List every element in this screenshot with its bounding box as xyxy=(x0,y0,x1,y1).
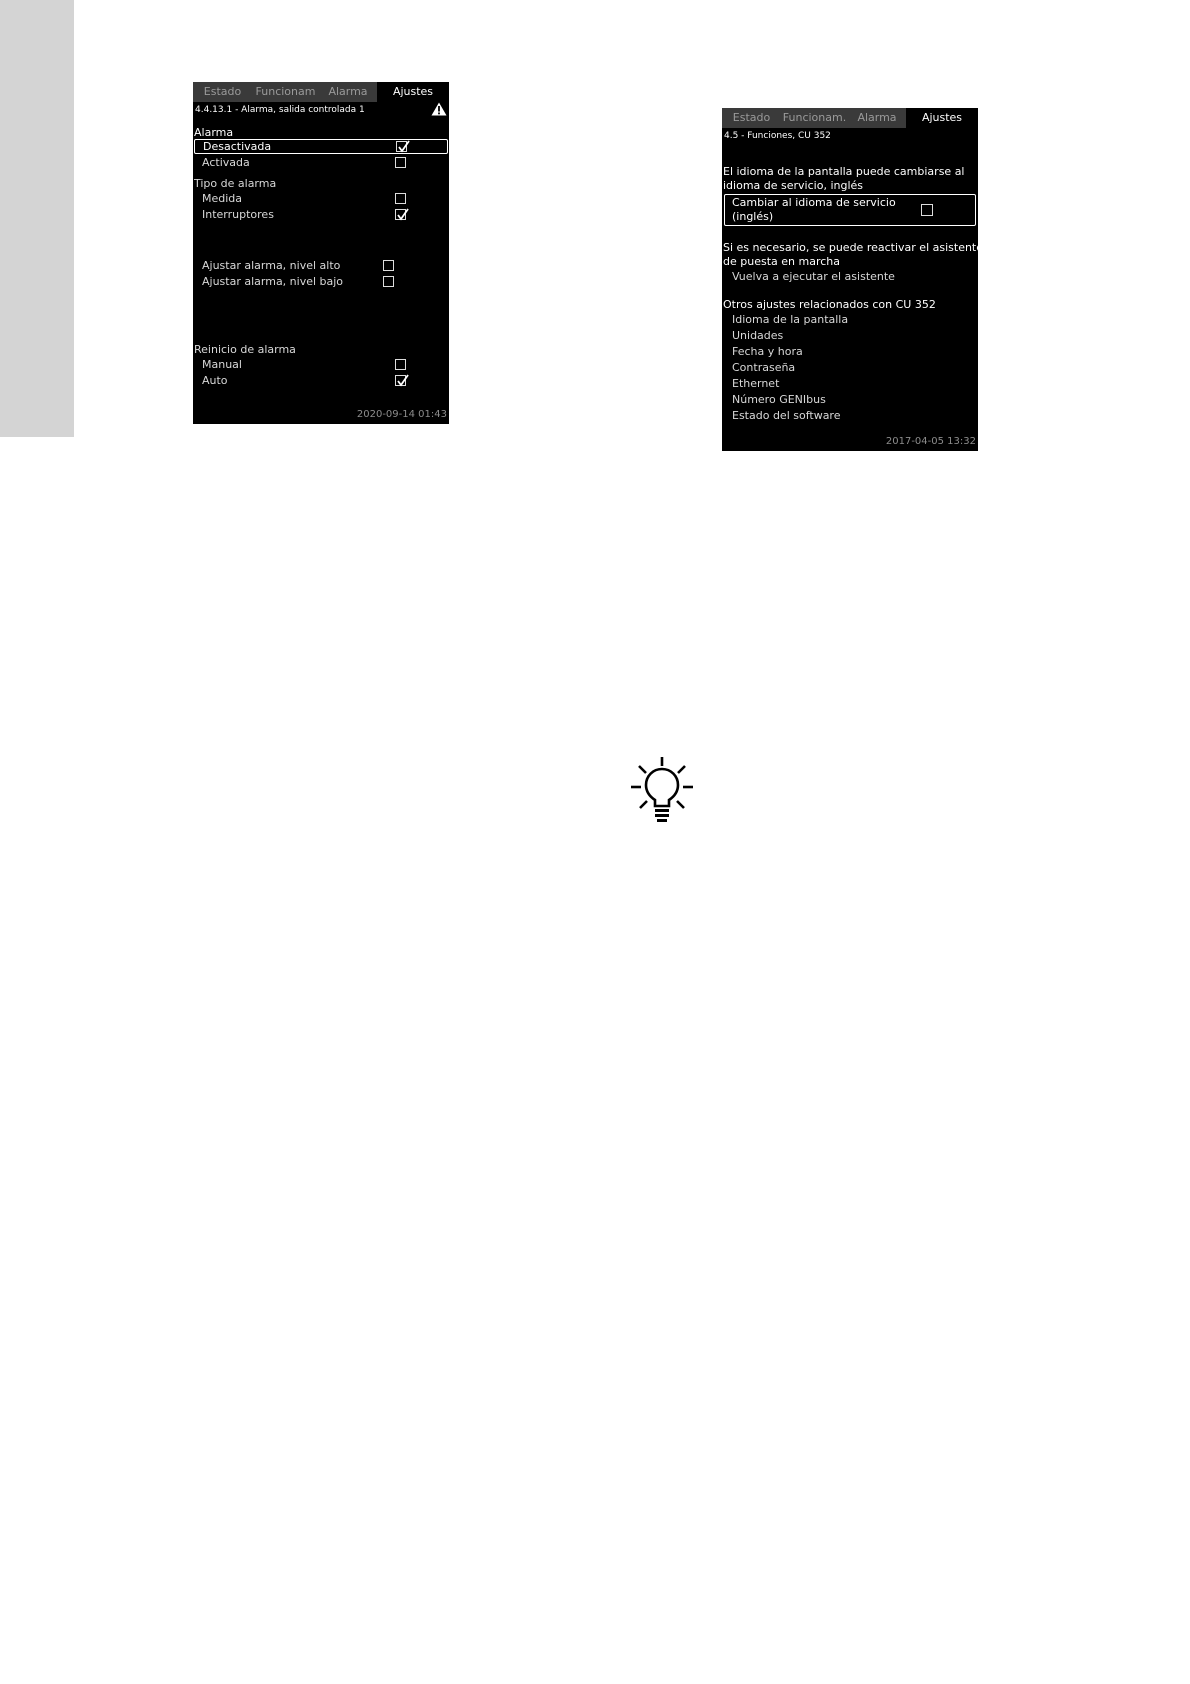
tab-ajustes[interactable]: Ajustes xyxy=(377,82,449,102)
option-label: Desactivada xyxy=(203,140,272,153)
checkbox-medida[interactable] xyxy=(395,193,406,204)
tab-funcionam[interactable]: Funcionam xyxy=(252,82,319,102)
checkbox-activada[interactable] xyxy=(395,157,406,168)
option-medida[interactable]: Medida xyxy=(193,192,449,207)
section-alarma: Alarma xyxy=(194,126,234,139)
info-text-line2: idioma de servicio, inglés xyxy=(723,179,864,192)
timestamp: 2017-04-05 13:32 xyxy=(885,436,976,447)
tab-funcionam[interactable]: Funcionam. xyxy=(781,108,848,128)
option-label: Interruptores xyxy=(202,208,274,221)
lightbulb-icon xyxy=(631,757,693,822)
option-label: Auto xyxy=(202,374,228,387)
reactivar-text-line1: Si es necesario, se puede reactivar el a… xyxy=(723,241,978,254)
tab-estado[interactable]: Estado xyxy=(193,82,252,102)
option-desactivada[interactable]: Desactivada xyxy=(194,139,448,154)
menu-item-genibus[interactable]: Número GENIbus xyxy=(732,393,826,407)
alarm-output-screen: Estado Funcionam Alarma Ajustes 4.4.13.1… xyxy=(193,82,449,424)
checkmark-icon xyxy=(397,208,409,221)
option-label: Cambiar al idioma de servicio xyxy=(732,196,896,209)
page-side-strip xyxy=(0,0,74,437)
checkbox-nivel-bajo[interactable] xyxy=(383,276,394,287)
screen-title: 4.5 - Funciones, CU 352 xyxy=(724,131,831,141)
checkbox-interruptores[interactable] xyxy=(395,208,409,221)
checkbox-auto[interactable] xyxy=(395,374,409,387)
tab-estado[interactable]: Estado xyxy=(722,108,781,128)
reactivar-text-line2: de puesta en marcha xyxy=(723,255,840,268)
option-label: Medida xyxy=(202,192,243,205)
menu-item-ethernet[interactable]: Ethernet xyxy=(732,377,779,391)
menu-item-contrasena[interactable]: Contraseña xyxy=(732,361,795,375)
tab-alarma[interactable]: Alarma xyxy=(319,82,377,102)
option-cambiar-idioma[interactable]: Cambiar al idioma de servicio (inglés) xyxy=(724,194,976,226)
option-nivel-bajo[interactable]: Ajustar alarma, nivel bajo xyxy=(193,275,449,290)
tab-bar: Estado Funcionam. Alarma Ajustes xyxy=(722,108,978,128)
menu-item-vuelva-asistente[interactable]: Vuelva a ejecutar el asistente xyxy=(732,270,895,284)
checkbox-desactivada[interactable] xyxy=(396,140,410,153)
option-nivel-alto[interactable]: Ajustar alarma, nivel alto xyxy=(193,259,449,274)
section-otros-ajustes: Otros ajustes relacionados con CU 352 xyxy=(723,298,936,311)
warning-triangle-icon xyxy=(431,102,447,116)
checkbox-manual[interactable] xyxy=(395,359,406,370)
option-label: Ajustar alarma, nivel alto xyxy=(202,259,341,272)
option-label: (inglés) xyxy=(732,210,774,223)
info-text-line1: El idioma de la pantalla puede cambiarse… xyxy=(723,165,965,178)
menu-item-unidades[interactable]: Unidades xyxy=(732,329,783,343)
checkmark-icon xyxy=(398,140,410,153)
option-interruptores[interactable]: Interruptores xyxy=(193,208,449,223)
option-label: Manual xyxy=(202,358,242,371)
functions-cu352-screen: Estado Funcionam. Alarma Ajustes 4.5 - F… xyxy=(722,108,978,451)
section-tipo-alarma: Tipo de alarma xyxy=(194,177,277,190)
tab-bar: Estado Funcionam Alarma Ajustes xyxy=(193,82,449,102)
tab-ajustes[interactable]: Ajustes xyxy=(906,108,978,128)
menu-item-fecha-hora[interactable]: Fecha y hora xyxy=(732,345,803,359)
checkmark-icon xyxy=(397,374,409,387)
option-auto[interactable]: Auto xyxy=(193,374,449,389)
menu-item-estado-software[interactable]: Estado del software xyxy=(732,409,841,423)
option-label: Activada xyxy=(202,156,250,169)
option-manual[interactable]: Manual xyxy=(193,358,449,373)
section-reinicio-alarma: Reinicio de alarma xyxy=(194,343,296,356)
menu-item-idioma[interactable]: Idioma de la pantalla xyxy=(732,313,848,327)
checkbox-nivel-alto[interactable] xyxy=(383,260,394,271)
timestamp: 2020-09-14 01:43 xyxy=(356,409,447,420)
screen-title: 4.4.13.1 - Alarma, salida controlada 1 xyxy=(195,105,365,115)
checkbox-cambiar-idioma[interactable] xyxy=(921,204,933,216)
tab-alarma[interactable]: Alarma xyxy=(848,108,906,128)
option-activada[interactable]: Activada xyxy=(193,156,449,171)
option-label: Ajustar alarma, nivel bajo xyxy=(202,275,344,288)
